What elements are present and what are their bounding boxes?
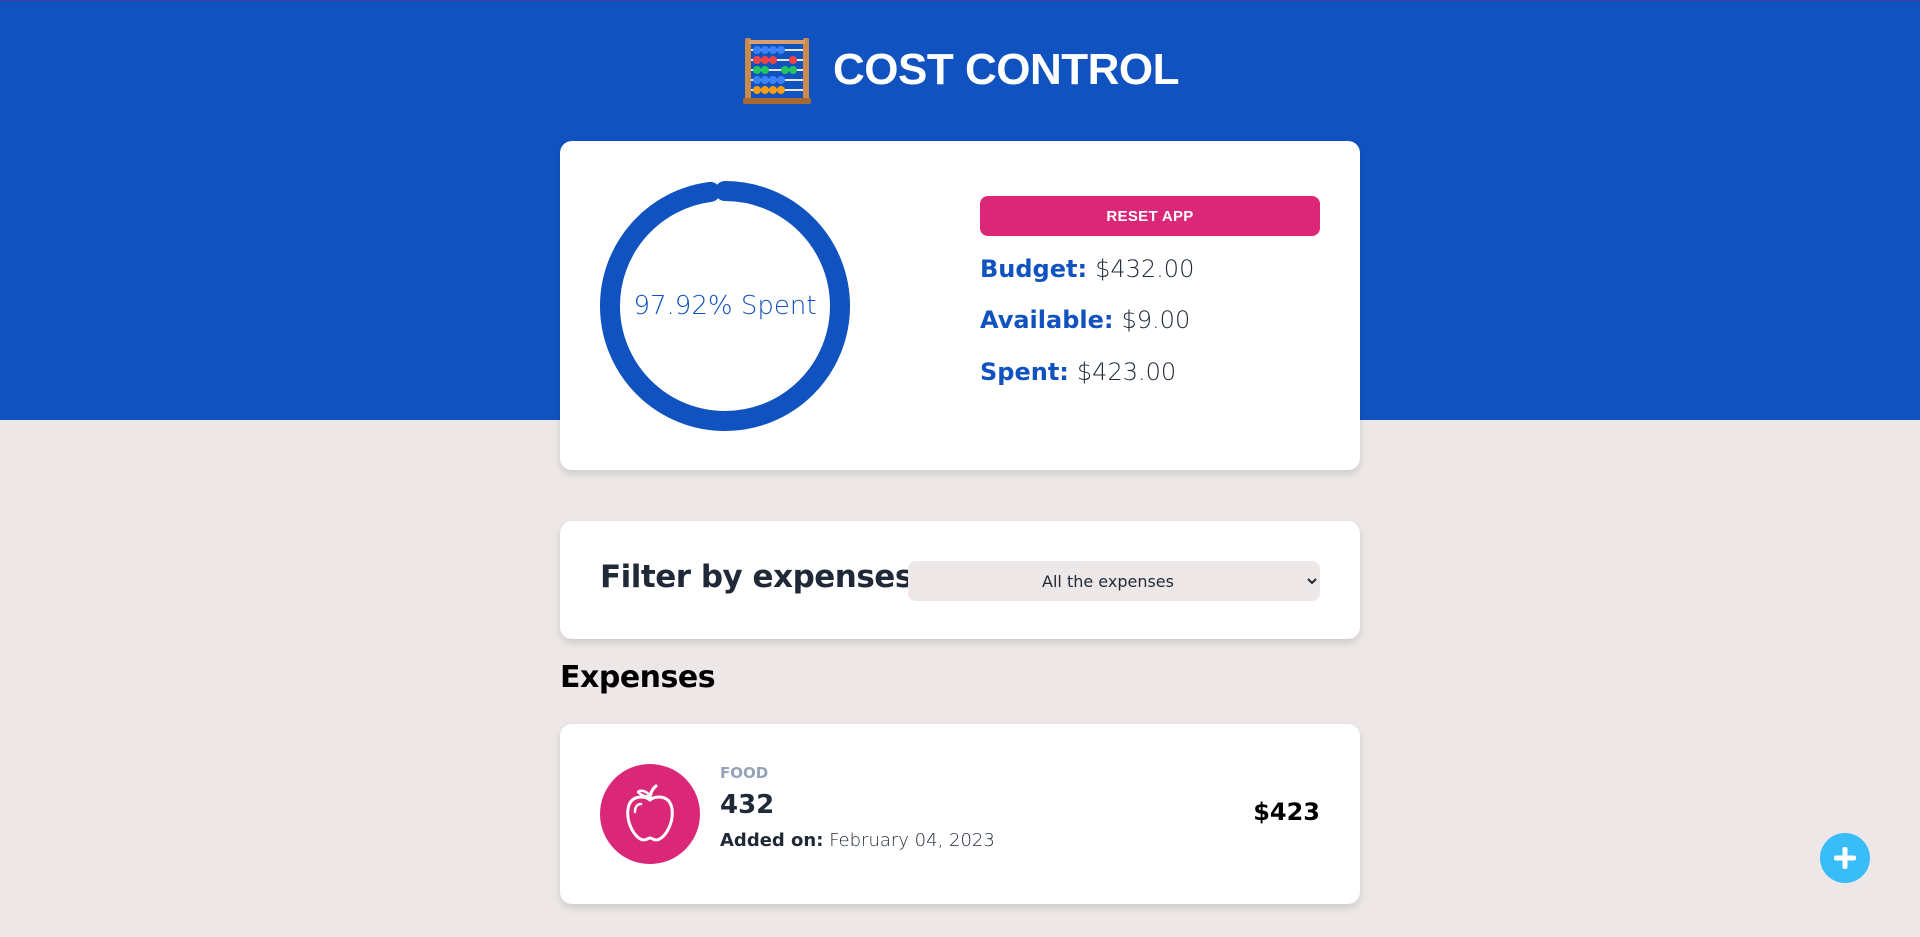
apple-icon bbox=[626, 784, 674, 842]
expense-amount: $423 bbox=[1253, 798, 1320, 826]
plus-icon bbox=[1834, 847, 1856, 869]
title-wrap: COST CONTROL bbox=[741, 34, 1179, 106]
expense-name: 432 bbox=[720, 790, 775, 820]
expense-category-icon bbox=[600, 764, 700, 864]
add-expense-button[interactable] bbox=[1820, 833, 1870, 883]
expenses-heading: Expenses bbox=[560, 660, 716, 695]
budget-stat: Budget: $432.00 bbox=[980, 255, 1194, 283]
app-title: COST CONTROL bbox=[833, 45, 1179, 94]
spent-value: $423.00 bbox=[1076, 358, 1177, 386]
available-value: $9.00 bbox=[1121, 306, 1191, 334]
spent-stat: Spent: $423.00 bbox=[980, 358, 1176, 386]
expense-date: Added on: February 04, 2023 bbox=[720, 830, 995, 851]
expense-date-value: February 04, 2023 bbox=[829, 830, 995, 851]
available-label: Available: bbox=[980, 306, 1114, 334]
reset-app-button[interactable]: RESET APP bbox=[980, 196, 1320, 236]
expense-date-label: Added on: bbox=[720, 830, 824, 851]
app-header: COST CONTROL bbox=[0, 0, 1920, 140]
abacus-icon bbox=[743, 38, 811, 104]
filter-card: Filter by expenses All the expenses bbox=[560, 521, 1360, 639]
budget-value: $432.00 bbox=[1095, 255, 1195, 283]
budget-card: 97.92% Spent RESET APP Budget: $432.00 A… bbox=[560, 141, 1360, 470]
expense-filter-select[interactable]: All the expenses bbox=[908, 561, 1320, 601]
expense-item[interactable]: FOOD 432 Added on: February 04, 2023 $42… bbox=[560, 724, 1360, 904]
expense-category: FOOD bbox=[720, 764, 769, 782]
available-stat: Available: $9.00 bbox=[980, 306, 1190, 334]
spent-label: Spent: bbox=[980, 358, 1069, 386]
filter-label: Filter by expenses bbox=[600, 559, 913, 595]
donut-label: 97.92% Spent bbox=[633, 291, 817, 321]
budget-label: Budget: bbox=[980, 255, 1088, 283]
